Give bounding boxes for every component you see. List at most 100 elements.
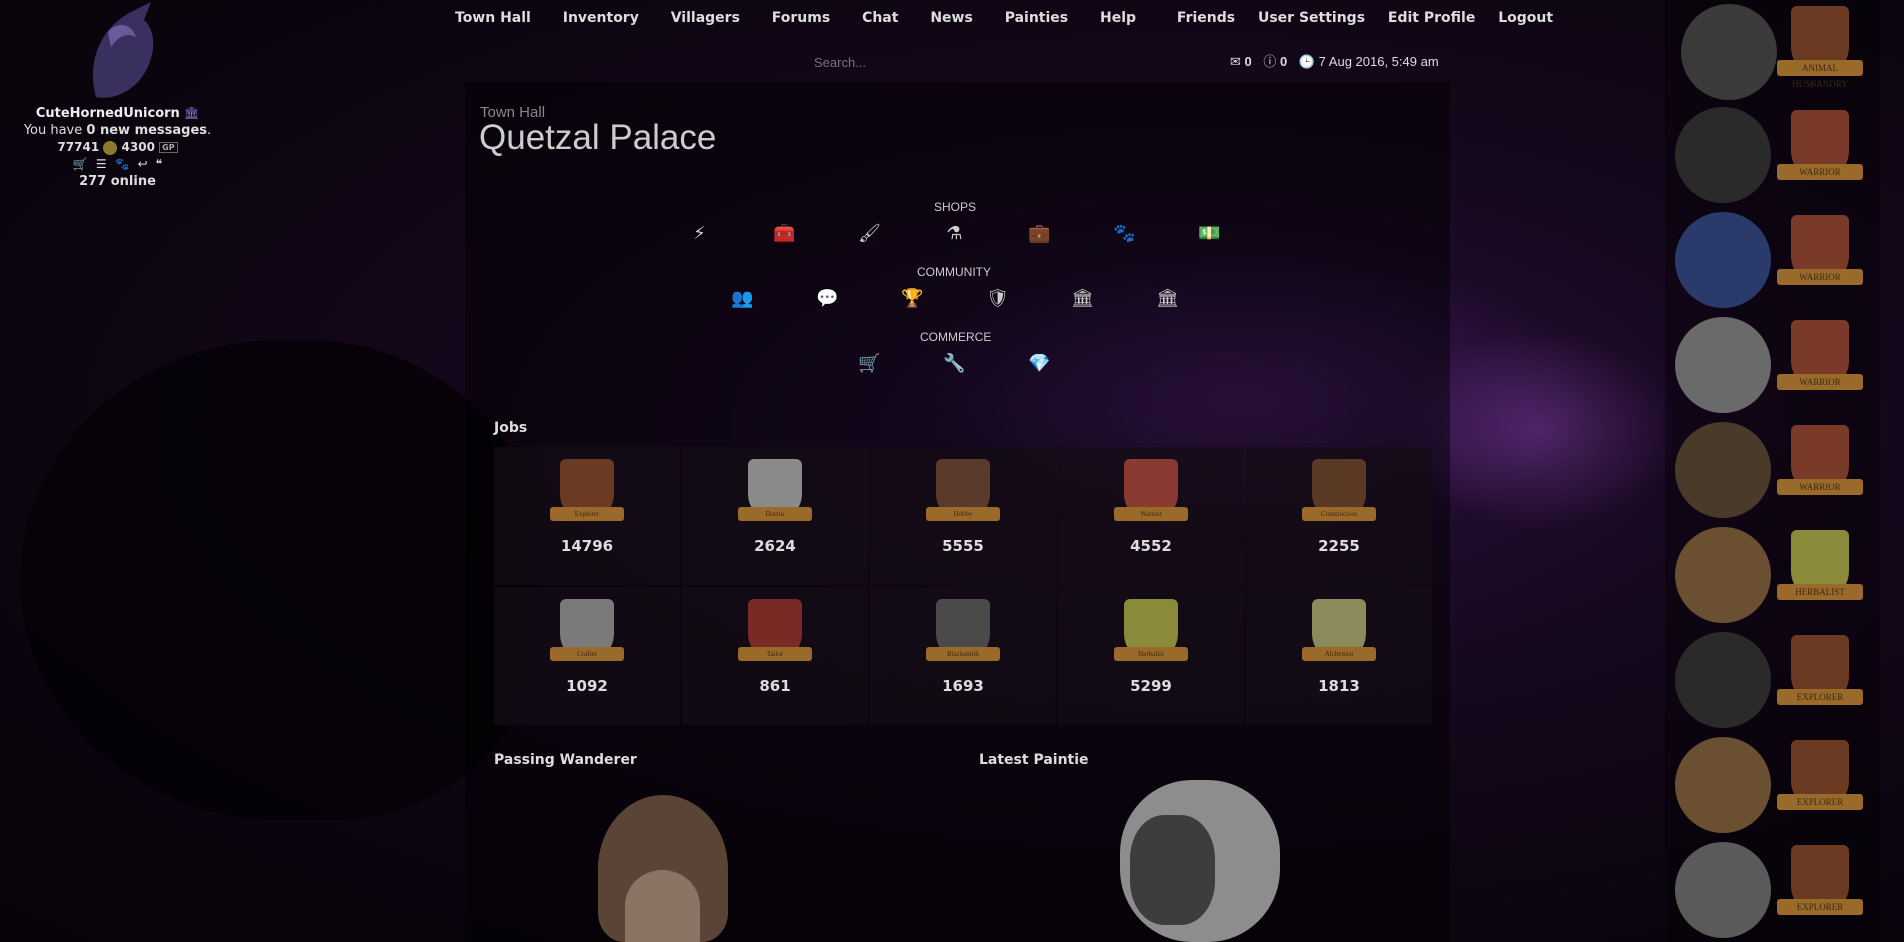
job-hobby[interactable]: Hobby 5555 (870, 447, 1056, 585)
cart-icon[interactable]: 🛒 (73, 157, 88, 171)
status-bar: ✉ 0 ⓘ 0 🕒 7 Aug 2016, 5:49 am (1230, 51, 1455, 70)
job-count: 5299 (1130, 677, 1172, 695)
users-icon[interactable]: 👥 (700, 288, 785, 309)
animal-husbandry-badge-icon[interactable]: ANIMAL HUSBANDRY (1777, 0, 1863, 96)
job-warrior[interactable]: Warrior 4552 (1058, 447, 1244, 585)
flask-icon[interactable]: ⚗ (912, 223, 997, 244)
medkit-icon[interactable]: 🧰 (742, 223, 827, 244)
paintbrush-icon[interactable]: 🖌 (827, 223, 912, 244)
villager-portrait[interactable] (1681, 4, 1777, 100)
job-count: 14796 (560, 537, 614, 555)
explorer-badge-icon[interactable]: EXPLORER (1777, 734, 1863, 830)
villager-portrait[interactable] (1675, 632, 1771, 728)
nav-help[interactable]: Help (1100, 10, 1136, 26)
job-herbalist[interactable]: Herbalist 5299 (1058, 587, 1244, 725)
villager-portrait[interactable] (1675, 527, 1771, 623)
wanderer-otter-belly (625, 870, 700, 942)
badge-label: ANIMAL HUSBANDRY (1792, 63, 1848, 89)
explorer-badge-icon[interactable]: EXPLORER (1777, 839, 1863, 935)
nav-painties[interactable]: Painties (1005, 10, 1068, 26)
user-shortcuts: 🛒 ☰ 🐾 ↩ ❝ (0, 157, 235, 172)
section-community: COMMUNITY (917, 265, 991, 279)
job-blacksmith[interactable]: Blacksmith 1693 (870, 587, 1056, 725)
unicorn-logo[interactable] (76, 2, 160, 102)
badge-label: HERBALIST (1795, 587, 1845, 597)
nav-chat[interactable]: Chat (862, 10, 898, 26)
paw-icon[interactable]: 🐾 (115, 157, 130, 171)
job-explorer[interactable]: Explorer 14796 (494, 447, 680, 585)
nav-town-hall[interactable]: Town Hall (455, 10, 531, 26)
trophy-icon[interactable]: 🏆 (870, 288, 955, 309)
warrior-badge-icon: Warrior (1114, 459, 1188, 531)
badge-label: EXPLORER (1796, 902, 1844, 912)
job-doctor[interactable]: Doctor 2624 (682, 447, 868, 585)
diamond-icon[interactable]: 💎 (997, 353, 1082, 374)
nav-inventory[interactable]: Inventory (563, 10, 639, 26)
badge-label: Herbalist (1138, 650, 1164, 658)
warrior-badge-icon[interactable]: WARRIOR (1777, 104, 1863, 200)
herbalist-badge-icon[interactable]: HERBALIST (1777, 524, 1863, 620)
list-icon[interactable]: ☰ (96, 157, 107, 171)
briefcase-icon[interactable]: 💼 (997, 223, 1082, 244)
bank-icon[interactable]: 🏛 (184, 106, 199, 120)
job-crafter[interactable]: Crafter 1092 (494, 587, 680, 725)
warrior-badge-icon[interactable]: WARRIOR (1777, 419, 1863, 515)
alert-status[interactable]: ⓘ 0 (1263, 54, 1287, 69)
gem-count: 4300 (121, 140, 155, 154)
job-tailor[interactable]: Tailor 861 (682, 587, 868, 725)
gem-badge-icon: GP (159, 142, 178, 153)
shield-icon[interactable]: 🛡 (955, 288, 1040, 309)
villager-portrait[interactable] (1675, 317, 1771, 413)
bolt-icon[interactable]: ⚡ (657, 223, 742, 244)
explorer-badge-icon: Explorer (550, 459, 624, 531)
villager-portrait[interactable] (1675, 107, 1771, 203)
villager-portrait[interactable] (1675, 422, 1771, 518)
nav-logout[interactable]: Logout (1498, 10, 1553, 26)
quote-icon[interactable]: ❝ (156, 157, 162, 171)
nav-news[interactable]: News (930, 10, 972, 26)
coin-count: 77741 (57, 140, 100, 154)
mail-status[interactable]: ✉ 0 (1230, 54, 1252, 69)
villager-portrait[interactable] (1675, 212, 1771, 308)
search-input[interactable] (812, 50, 1011, 74)
section-commerce: COMMERCE (920, 330, 992, 344)
comment-icon[interactable]: 💬 (785, 288, 870, 309)
commerce-icon-row: 🛒 🔧 💎 (827, 353, 1082, 374)
section-shops: SHOPS (934, 200, 977, 214)
tailor-badge-icon: Tailor (738, 599, 812, 671)
paw-icon[interactable]: 🐾 (1082, 223, 1167, 244)
job-count: 2624 (754, 537, 796, 555)
nav-user-settings[interactable]: User Settings (1258, 10, 1365, 26)
badge-label: Blacksmith (947, 650, 979, 658)
nav-forums[interactable]: Forums (772, 10, 830, 26)
new-messages-link[interactable]: 0 new messages (86, 123, 207, 138)
job-count: 1092 (566, 677, 608, 695)
cart-icon[interactable]: 🛒 (827, 353, 912, 374)
job-alchemist[interactable]: Alchemist 1813 (1246, 587, 1432, 725)
jobs-title: Jobs (494, 420, 528, 436)
construction-badge-icon: Construction (1302, 459, 1376, 531)
job-construction[interactable]: Construction 2255 (1246, 447, 1432, 585)
badge-label: Construction (1320, 510, 1358, 518)
nav-edit-profile[interactable]: Edit Profile (1388, 10, 1475, 26)
warrior-badge-icon[interactable]: WARRIOR (1777, 314, 1863, 410)
nav-friends[interactable]: Friends (1177, 10, 1235, 26)
villager-portrait[interactable] (1675, 737, 1771, 833)
badge-label: Crafter (577, 650, 597, 658)
job-count: 1813 (1318, 677, 1360, 695)
online-count[interactable]: 277 online (0, 174, 235, 189)
explorer-badge-icon[interactable]: EXPLORER (1777, 629, 1863, 725)
job-count: 861 (759, 677, 791, 695)
blacksmith-badge-icon: Blacksmith (926, 599, 1000, 671)
clock-status: 🕒 7 Aug 2016, 5:49 am (1298, 54, 1439, 69)
wrench-icon[interactable]: 🔧 (912, 353, 997, 374)
bank-icon[interactable]: 🏛 (1125, 288, 1210, 309)
villager-portrait[interactable] (1675, 842, 1771, 938)
message-notice-prefix: You have (23, 123, 87, 138)
bank-icon[interactable]: 🏛 (1040, 288, 1125, 309)
username-link[interactable]: CuteHornedUnicorn (36, 106, 180, 121)
warrior-badge-icon[interactable]: WARRIOR (1777, 209, 1863, 305)
nav-villagers[interactable]: Villagers (671, 10, 740, 26)
reply-icon[interactable]: ↩ (138, 157, 148, 171)
money-icon[interactable]: 💵 (1167, 223, 1252, 244)
